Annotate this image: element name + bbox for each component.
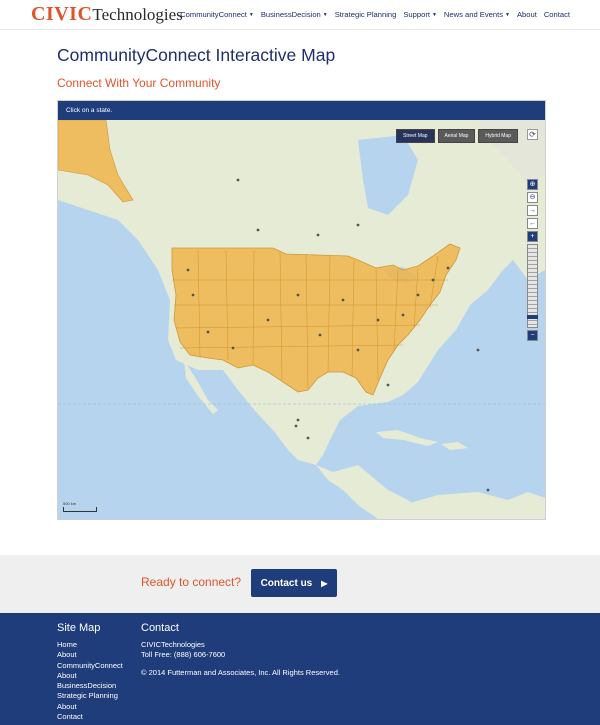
nav-contact[interactable]: Contact [544,10,570,19]
footer-phone: Toll Free: (888) 606-7600 [141,650,226,659]
footer-link-about[interactable]: About [57,671,123,681]
nav-about[interactable]: About [517,10,537,19]
caret-down-icon: ▼ [248,12,254,18]
land-south-america [388,492,545,519]
nav-label: About [516,10,537,19]
scale-bar [63,507,97,512]
nav-communityconnect[interactable]: CommunityConnect ▼ [180,10,254,19]
nav-label: CommunityConnect [180,10,247,19]
map-type-switcher: Street Map Aerial Map Hybrid Map [396,129,518,143]
pan-left-arrow-icon[interactable]: ← [527,218,538,229]
footer-link-communityconnect[interactable]: CommunityConnect [57,661,123,671]
land-cuba [376,430,438,446]
plus-icon[interactable]: + [527,231,538,242]
contact-us-label: Contact us [260,577,313,589]
logo-technologies: Technologies [92,5,183,24]
footer-link-about[interactable]: About [57,650,123,660]
nav-label: News and Events [443,10,504,19]
zoom-out-magnifier-icon[interactable]: ⊖ [527,192,538,203]
footer-link-contact[interactable]: Contact [57,712,123,722]
pan-right-arrow-icon[interactable]: → [527,205,538,216]
footer-link-strategic-planning[interactable]: Strategic Planning [57,691,123,701]
caret-down-icon: ▼ [322,12,328,18]
site-header: CIVICTechnologies CommunityConnect ▼ Busi… [0,0,600,30]
contact-us-button[interactable]: Contact us ▶ [251,569,337,597]
zoom-slider[interactable] [527,244,538,328]
sitemap-heading: Site Map [57,622,101,634]
caret-down-icon: ▼ [431,12,437,18]
nav-label: Support [403,10,430,19]
footer-link-about[interactable]: About [57,702,123,712]
aerial-map-button[interactable]: Aerial Map [437,129,476,143]
caret-down-icon: ▼ [505,12,510,18]
nav-support[interactable]: Support ▼ [403,10,437,19]
nav-label: Strategic Planning [334,10,397,19]
site-footer: Site Map Home About CommunityConnect Abo… [0,613,600,725]
refresh-icon[interactable]: ⟳ [527,129,538,140]
map-instruction: Click on a state. [66,107,113,114]
minus-icon[interactable]: − [527,330,538,341]
cta-section: Ready to connect? Contact us ▶ [0,555,600,613]
scale-label: 500 km [63,501,77,506]
map-scale: 500 km [63,501,97,512]
contact-heading: Contact [141,622,179,634]
street-map-button[interactable]: Street Map [396,129,435,143]
interactive-map: Click on a state. Street Map Aerial Map … [57,100,546,520]
page-title: CommunityConnect Interactive Map [57,45,336,65]
zoom-slider-thumb[interactable] [527,315,538,319]
footer-company: CIVICTechnologies [141,640,205,649]
map-canvas[interactable]: Street Map Aerial Map Hybrid Map ⟳ ⊕ ⊖ →… [58,120,545,519]
land-hispaniola [441,442,468,450]
main-nav: CommunityConnect ▼ BusinessDecision ▼ Stra… [180,10,570,19]
zoom-in-magnifier-icon[interactable]: ⊕ [527,179,538,190]
footer-link-home[interactable]: Home [57,640,123,650]
page-subtitle: Connect With Your Community [57,76,221,90]
footer-contact-info: CIVICTechnologies Toll Free: (888) 606-7… [141,640,225,660]
play-arrow-icon: ▶ [321,578,328,588]
hybrid-map-button[interactable]: Hybrid Map [478,129,518,143]
nav-label: BusinessDecision [260,10,321,19]
logo-civic: CIVIC [31,3,93,25]
nav-news-and-events[interactable]: News and Events ▼ [444,10,510,19]
nav-strategic-planning[interactable]: Strategic Planning [335,10,397,19]
map-graphic[interactable] [58,120,545,519]
civic-technologies-logo[interactable]: CIVICTechnologies [31,4,183,26]
copyright: © 2014 Futterman and Associates, Inc. Al… [141,668,340,677]
sitemap-links: Home About CommunityConnect About Busine… [57,640,123,722]
map-zoom-controls: ⊕ ⊖ → ← + − [527,179,538,343]
nav-label: Contact [543,10,570,19]
footer-link-businessdecision[interactable]: BusinessDecision [57,681,123,691]
nav-businessdecision[interactable]: BusinessDecision ▼ [261,10,328,19]
cta-text: Ready to connect? [141,575,242,589]
map-instruction-bar: Click on a state. [58,101,545,120]
